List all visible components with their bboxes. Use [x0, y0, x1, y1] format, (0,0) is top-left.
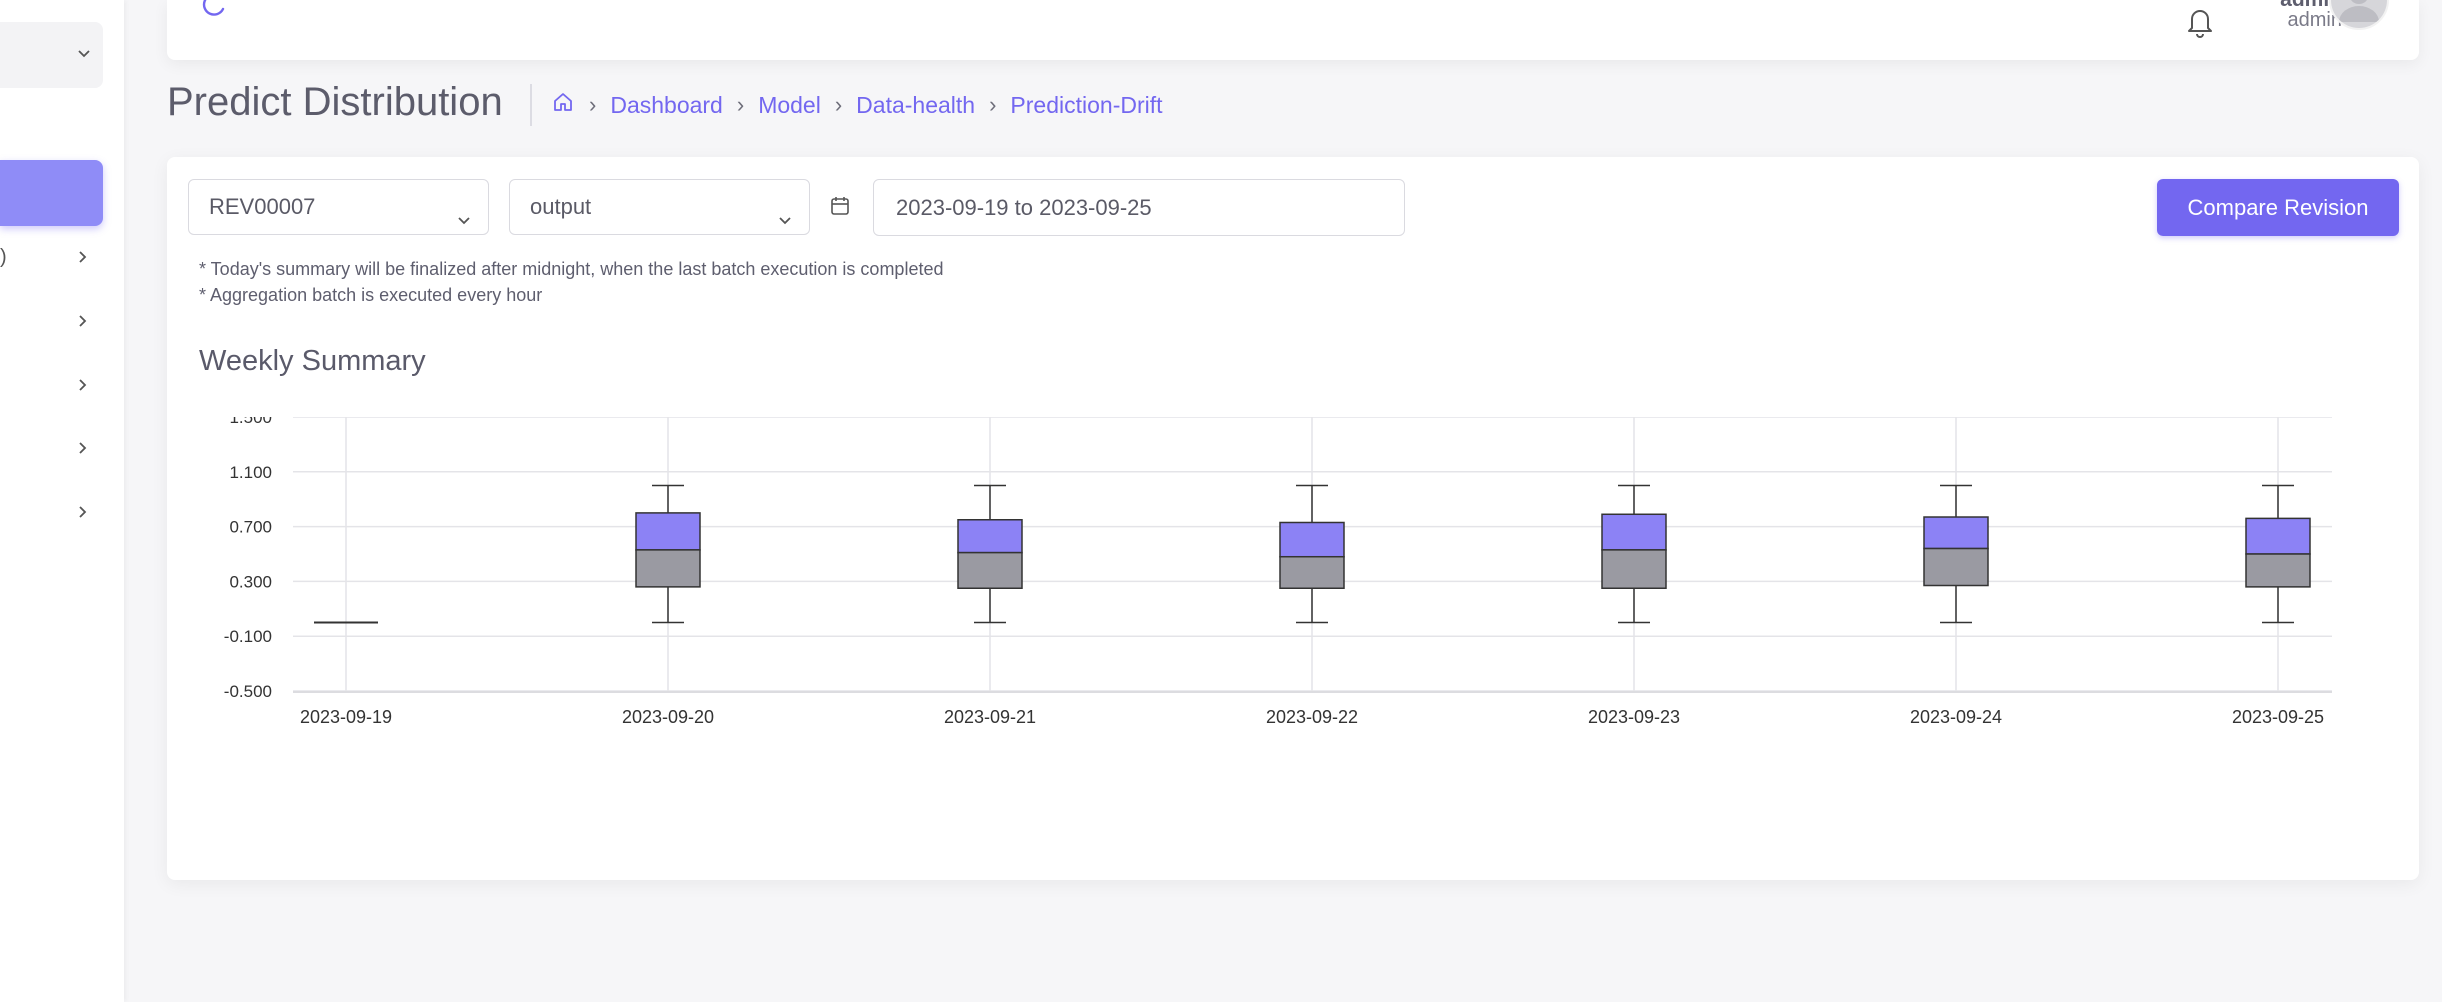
breadcrumb-model[interactable]: Model	[758, 92, 821, 119]
box-upper-quartile	[1279, 521, 1345, 558]
chevron-right-icon	[73, 312, 91, 335]
sidebar-item[interactable]: )	[0, 238, 103, 278]
chevron-right-icon	[73, 439, 91, 462]
breadcrumb-separator: ›	[589, 92, 597, 117]
box-lower-quartile	[1601, 549, 1667, 589]
sidebar-item-label: )	[0, 246, 7, 268]
x-tick-label: 2023-09-20	[622, 707, 714, 727]
x-tick-label: 2023-09-23	[1588, 707, 1680, 727]
summary-card: REV00007 output 2023-09-19 to 2023-09-25…	[167, 157, 2419, 880]
y-tick-label: 0.300	[229, 572, 272, 591]
x-tick-label: 2023-09-24	[1910, 707, 2002, 727]
chevron-right-icon	[73, 376, 91, 399]
breadcrumb-dashboard[interactable]: Dashboard	[610, 92, 723, 119]
box-upper-quartile	[1601, 513, 1667, 551]
user-role: admin	[2287, 9, 2342, 31]
revision-select-value: REV00007	[209, 194, 316, 219]
compare-revision-button[interactable]: Compare Revision	[2157, 179, 2399, 236]
box-lower-quartile	[635, 549, 701, 588]
moon-icon[interactable]	[202, 0, 232, 25]
box-upper-quartile	[635, 512, 701, 551]
chevron-right-icon	[73, 248, 91, 271]
chevron-down-icon	[775, 196, 795, 250]
breadcrumb-separator: ›	[989, 92, 997, 117]
sidebar-select[interactable]	[0, 22, 103, 88]
breadcrumb-separator: ›	[834, 92, 843, 117]
y-tick-label: 0.700	[229, 518, 272, 537]
chevron-down-icon	[75, 44, 93, 67]
box-upper-quartile	[2245, 517, 2311, 555]
weekly-summary-boxplot: 1.500 1.100 0.700 0.300 -0.100 -0.500 2023-09-…	[224, 417, 2332, 727]
breadcrumb-prediction-drift[interactable]: Prediction-Drift	[1010, 92, 1162, 119]
y-tick-label: -0.100	[224, 627, 272, 646]
breadcrumb-data-health[interactable]: Data-health	[856, 92, 975, 119]
box-upper-quartile	[1923, 516, 1989, 550]
note-aggregation-batch: * Aggregation batch is executed every ho…	[199, 285, 543, 305]
column-select-value: output	[530, 194, 592, 219]
bell-icon[interactable]	[2183, 4, 2217, 45]
y-tick-label: 1.100	[229, 463, 272, 482]
x-tick-label: 2023-09-21	[944, 707, 1036, 727]
x-tick-label: 2023-09-22	[1266, 707, 1358, 727]
home-icon[interactable]	[551, 90, 575, 120]
x-tick-label: 2023-09-19	[300, 707, 392, 727]
box-upper-quartile	[957, 519, 1023, 554]
box-lower-quartile	[957, 551, 1023, 590]
sidebar-item[interactable]	[0, 493, 103, 533]
note-summary-finalized: * Today's summary will be finalized afte…	[199, 259, 944, 279]
top-navbar: admin admin	[167, 0, 2419, 60]
box-lower-quartile	[1279, 555, 1345, 590]
y-tick-label: 1.500	[229, 417, 272, 427]
calendar-icon[interactable]	[829, 195, 851, 222]
breadcrumb: › Dashboard › Model › Data-health › Pred…	[551, 88, 1163, 122]
revision-select[interactable]: REV00007	[188, 179, 489, 235]
box-lower-quartile	[1923, 547, 1989, 587]
section-title: Weekly Summary	[199, 345, 426, 377]
chevron-down-icon	[454, 196, 474, 250]
sidebar-item-active[interactable]	[0, 160, 103, 226]
header-divider	[530, 84, 532, 126]
box-lower-quartile	[2245, 553, 2311, 588]
sidebar-item[interactable]	[0, 302, 103, 342]
page-title: Predict Distribution	[167, 80, 503, 124]
column-select[interactable]: output	[509, 179, 810, 235]
y-tick-label: -0.500	[224, 682, 272, 701]
sidebar-item[interactable]	[0, 366, 103, 406]
sidebar: )	[0, 0, 124, 1002]
date-range-input[interactable]: 2023-09-19 to 2023-09-25	[873, 179, 1405, 236]
sidebar-item[interactable]	[0, 429, 103, 469]
x-tick-label: 2023-09-25	[2232, 707, 2324, 727]
chevron-right-icon	[73, 503, 91, 526]
breadcrumb-separator: ›	[736, 92, 745, 117]
